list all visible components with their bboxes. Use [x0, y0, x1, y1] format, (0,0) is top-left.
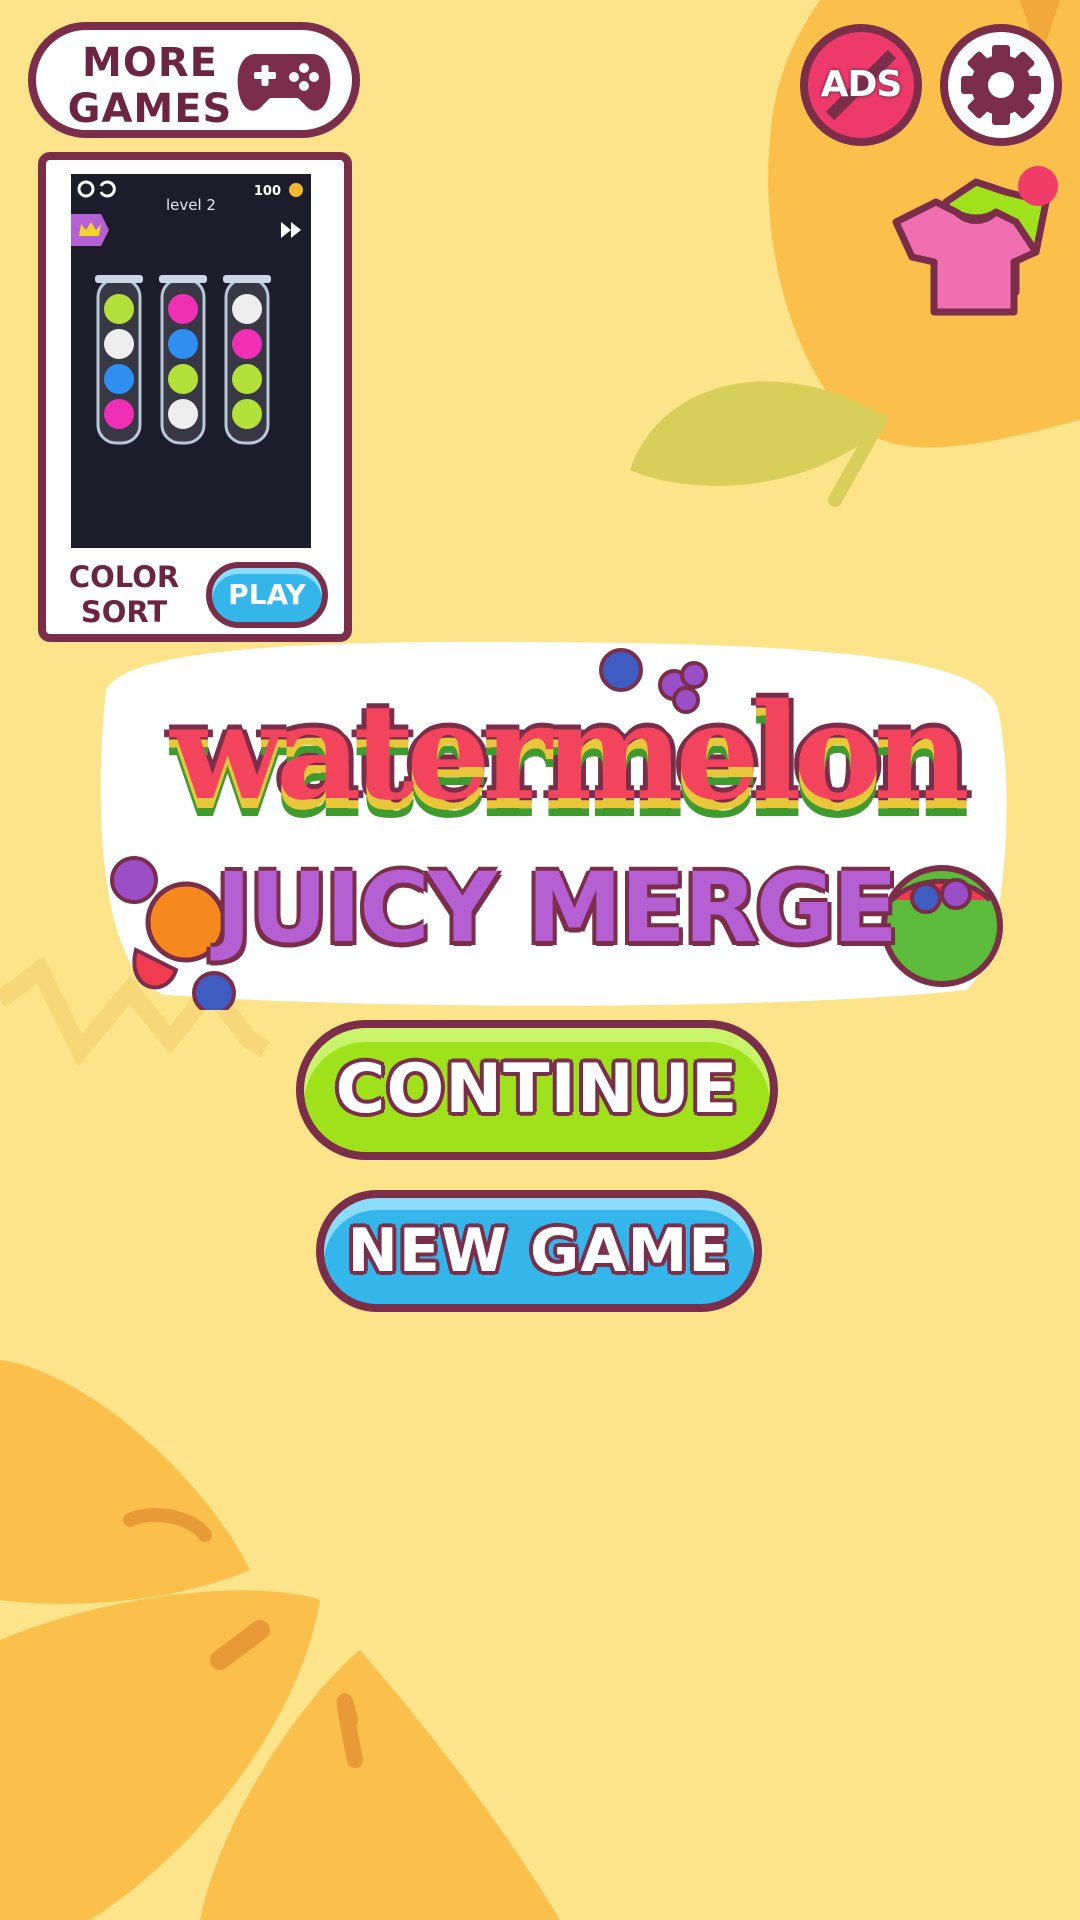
ball-white: [232, 294, 262, 324]
logo-subtitle: JUICY MERGE: [215, 852, 898, 964]
promo-title-line1: COLOR: [68, 560, 180, 594]
promo-title-line2: SORT: [80, 595, 168, 629]
ball-white: [168, 399, 198, 429]
play-button[interactable]: PLAY: [206, 562, 328, 628]
no-ads-button[interactable]: ADS: [800, 24, 922, 146]
promo-screenshot: level 2 100: [71, 174, 311, 548]
ball-blue: [168, 329, 198, 359]
ball-pink: [168, 294, 198, 324]
promo-coins: 100: [253, 184, 281, 199]
gamepad-icon: [237, 54, 331, 111]
gear-icon: [961, 45, 1041, 125]
more-games-line1: MORE: [82, 40, 218, 86]
promo-title: COLOR SORT: [64, 560, 184, 630]
more-games-line2: GAMES: [67, 86, 233, 132]
tube-rim: [159, 275, 207, 283]
ball-white: [104, 329, 134, 359]
ball-green: [168, 364, 198, 394]
cross-promo-card[interactable]: level 2 100 COLOR SORT PLAY: [38, 152, 352, 642]
coin-icon: [289, 183, 303, 197]
tshirt-icon[interactable]: [886, 162, 1066, 322]
ball-pink: [232, 329, 262, 359]
no-ads-label: ADS: [820, 64, 903, 105]
ball-green: [232, 364, 262, 394]
tube-rim: [95, 275, 143, 283]
ball-green: [232, 399, 262, 429]
ball-green: [104, 294, 134, 324]
ball-pink: [104, 399, 134, 429]
restart-icon: [99, 180, 116, 198]
game-logo: watermelon JUICY MERGE: [86, 630, 1016, 1010]
tube-rim: [223, 275, 271, 283]
tubes-preview: [71, 180, 303, 445]
new-game-button[interactable]: NEW GAME: [316, 1190, 762, 1312]
settings-button[interactable]: [940, 24, 1062, 146]
skip-icon: [281, 222, 301, 238]
more-games-label: MORE GAMES: [60, 40, 240, 132]
gear-icon: [77, 180, 95, 198]
ball-blue: [104, 364, 134, 394]
more-games-button[interactable]: MORE GAMES: [28, 22, 360, 138]
continue-button[interactable]: CONTINUE: [296, 1020, 778, 1160]
logo-title: watermelon: [170, 675, 969, 830]
